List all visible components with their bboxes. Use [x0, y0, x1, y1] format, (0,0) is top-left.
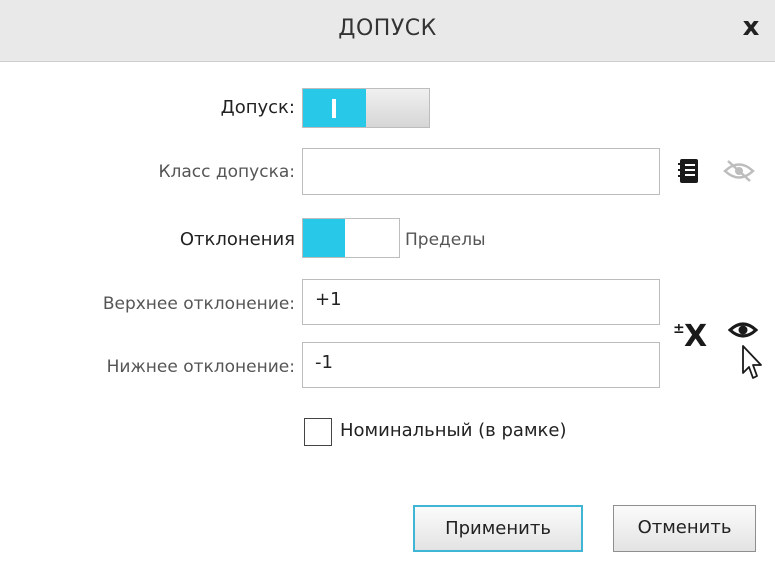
upper-deviation-label: Верхнее отклонение: [102, 294, 295, 314]
close-button[interactable]: x [737, 12, 765, 46]
deviations-label: Отклонения [179, 229, 295, 250]
tolerance-class-field[interactable] [302, 148, 660, 195]
nominal-label: Номинальный (в рамке) [340, 420, 567, 441]
cancel-button[interactable]: Отменить [613, 505, 756, 552]
eye-hidden-icon[interactable] [722, 158, 756, 184]
title-bar: ДОПУСК x [0, 0, 775, 62]
mode-switch-selected-segment [303, 219, 345, 257]
apply-button[interactable]: Применить [413, 505, 583, 552]
toggle-on-segment [303, 89, 366, 127]
svg-text:±: ± [673, 321, 685, 337]
plus-minus-x-icon[interactable]: ± X [672, 317, 716, 349]
lower-deviation-field[interactable]: -1 [302, 342, 660, 388]
mouse-cursor-icon [742, 345, 762, 379]
toggle-on-marker [332, 99, 336, 118]
book-icon[interactable] [678, 158, 700, 184]
limits-label: Пределы [405, 230, 486, 250]
lower-deviation-label: Нижнее отклонение: [106, 357, 295, 377]
toggle-off-segment [366, 89, 429, 127]
svg-text:X: X [684, 319, 707, 349]
eye-icon[interactable] [728, 318, 758, 342]
dialog-title: ДОПУСК [338, 16, 437, 41]
tolerance-label: Допуск: [220, 97, 295, 118]
tolerance-dialog: ДОПУСК x Допуск: Класс допуска: Отклонен… [0, 0, 775, 565]
tolerance-class-label: Класс допуска: [158, 162, 295, 182]
upper-deviation-field[interactable]: +1 [302, 279, 660, 325]
tolerance-toggle[interactable] [302, 88, 430, 128]
mode-switch[interactable] [302, 218, 400, 258]
nominal-checkbox[interactable] [304, 418, 332, 446]
